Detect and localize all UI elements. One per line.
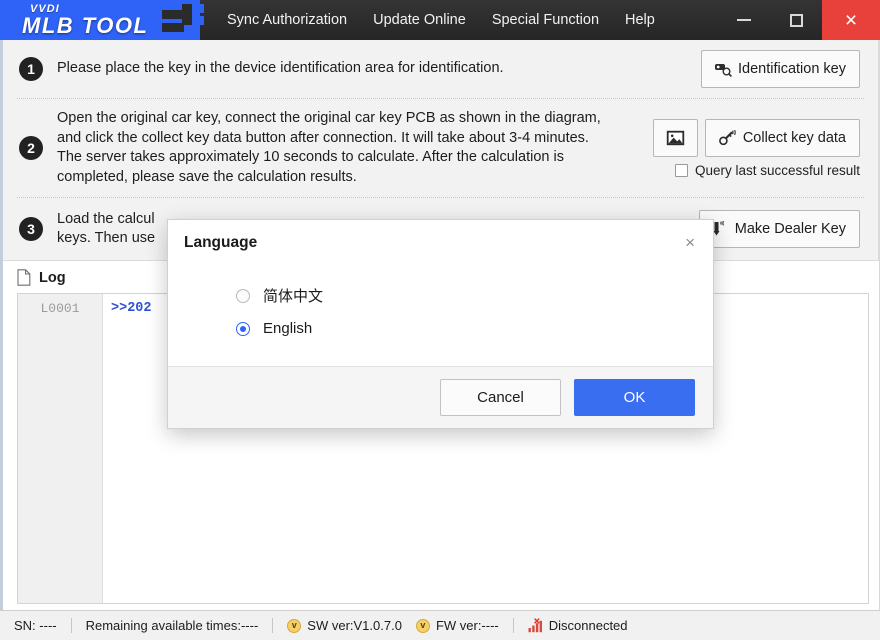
- maximize-icon: [790, 14, 803, 27]
- status-divider-1: [71, 618, 72, 633]
- query-last-result-checkbox-row[interactable]: Query last successful result: [675, 163, 860, 178]
- dialog-close-icon[interactable]: ×: [683, 236, 697, 250]
- menu-item-sync-authorization[interactable]: Sync Authorization: [216, 5, 358, 35]
- language-option-chinese[interactable]: 简体中文: [236, 278, 697, 313]
- window-controls: ×: [718, 0, 880, 40]
- version-badge-icon-fw: v: [416, 619, 430, 633]
- app-logo: VVDI MLB TOOL: [0, 0, 200, 40]
- step-3-actions: Make Dealer Key: [699, 210, 860, 248]
- step-1-actions: Identification key: [701, 50, 860, 88]
- log-title: Log: [39, 270, 66, 286]
- status-software-version: v SW ver:V1.0.7.0: [287, 618, 416, 633]
- status-connection-label: Disconnected: [549, 618, 628, 633]
- status-remaining-times: Remaining available times:----: [86, 618, 273, 633]
- key-search-icon: [715, 62, 732, 77]
- language-dialog-title: Language: [184, 234, 257, 252]
- identification-key-button[interactable]: Identification key: [701, 50, 860, 88]
- step-2-actions: Collect key data Query last successful r…: [653, 119, 860, 178]
- step-1-row: 1 Please place the key in the device ide…: [3, 40, 878, 98]
- status-divider-2: [272, 618, 273, 633]
- query-last-result-checkbox[interactable]: [675, 164, 688, 177]
- menu-bar: Sync Authorization Update Online Special…: [200, 0, 718, 40]
- minimize-button[interactable]: [718, 0, 770, 40]
- mlb-tool-window: VVDI MLB TOOL Sync Authorization Update …: [0, 0, 880, 640]
- maximize-button[interactable]: [770, 0, 822, 40]
- step-1-badge: 1: [19, 57, 43, 81]
- radio-chinese[interactable]: [236, 289, 250, 303]
- key-wireless-icon: [719, 130, 737, 146]
- menu-item-help[interactable]: Help: [614, 5, 666, 35]
- collect-key-data-label: Collect key data: [743, 130, 846, 146]
- query-last-result-label: Query last successful result: [695, 163, 860, 178]
- step-1-text: Please place the key in the device ident…: [57, 59, 617, 79]
- identification-key-label: Identification key: [738, 61, 846, 77]
- signal-disconnected-icon: [528, 618, 543, 633]
- make-dealer-key-label: Make Dealer Key: [735, 221, 846, 237]
- language-option-english-label: English: [263, 320, 312, 337]
- log-line-number-gutter: L0001: [18, 294, 103, 603]
- step-2-button-row: Collect key data: [653, 119, 860, 157]
- language-dialog: Language × 简体中文 English Cancel OK: [167, 219, 714, 429]
- collect-key-data-button[interactable]: Collect key data: [705, 119, 860, 157]
- make-dealer-key-button[interactable]: Make Dealer Key: [699, 210, 860, 248]
- radio-english[interactable]: [236, 322, 250, 336]
- status-divider-3: [513, 618, 514, 633]
- close-button[interactable]: ×: [822, 0, 880, 40]
- step-2-badge: 2: [19, 136, 43, 160]
- step-2-row: 2 Open the original car key, connect the…: [3, 99, 878, 197]
- language-dialog-footer: Cancel OK: [168, 366, 713, 428]
- status-bar: SN: ---- Remaining available times:---- …: [0, 610, 880, 640]
- language-dialog-header: Language ×: [168, 220, 713, 262]
- status-serial-number: SN: ----: [14, 618, 71, 633]
- minimize-icon: [737, 19, 751, 21]
- dealer-key-icon: [713, 221, 729, 237]
- log-line-number: L0001: [18, 300, 102, 318]
- image-icon: [666, 130, 685, 146]
- version-badge-icon: v: [287, 619, 301, 633]
- status-firmware-version: v FW ver:----: [416, 618, 513, 633]
- status-software-version-label: SW ver:V1.0.7.0: [307, 618, 402, 633]
- ok-button[interactable]: OK: [574, 379, 695, 416]
- menu-item-update-online[interactable]: Update Online: [362, 5, 477, 35]
- document-icon: [17, 269, 31, 286]
- plug-connector-icon: [162, 2, 218, 38]
- close-icon: ×: [845, 10, 857, 31]
- show-diagram-button[interactable]: [653, 119, 698, 157]
- cancel-button[interactable]: Cancel: [440, 379, 561, 416]
- language-option-chinese-label: 简体中文: [263, 285, 323, 306]
- status-connection: Disconnected: [528, 618, 642, 633]
- step-3-badge: 3: [19, 217, 43, 241]
- menu-item-special-function[interactable]: Special Function: [481, 5, 610, 35]
- step-2-text: Open the original car key, connect the o…: [57, 109, 617, 187]
- title-bar: VVDI MLB TOOL Sync Authorization Update …: [0, 0, 880, 40]
- language-dialog-body: 简体中文 English: [168, 262, 713, 366]
- status-firmware-version-label: FW ver:----: [436, 618, 499, 633]
- language-option-english[interactable]: English: [236, 313, 697, 344]
